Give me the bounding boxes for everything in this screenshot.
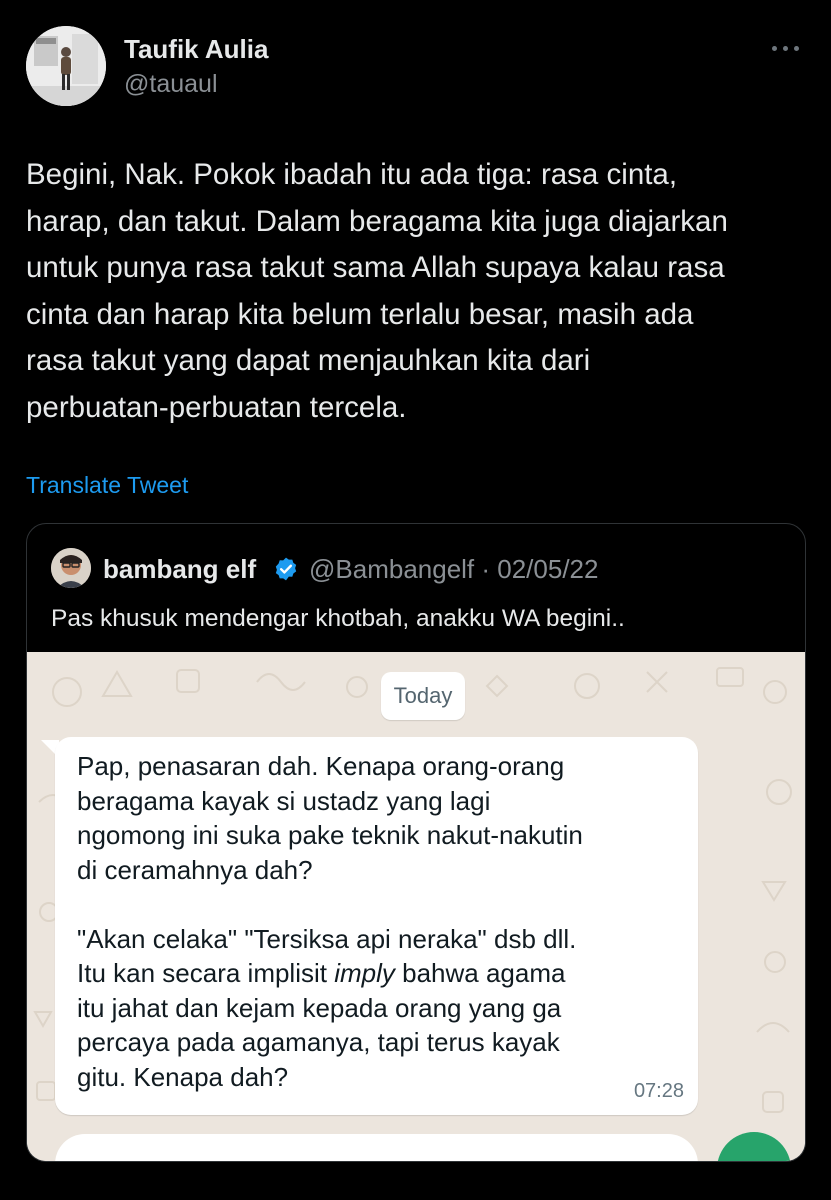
- message-line: Itu kan secara implisit imply bahwa agam…: [77, 956, 687, 991]
- message-fragment: bahwa agama: [394, 958, 566, 988]
- message-time: 07:28: [633, 1080, 684, 1102]
- author-name[interactable]: Taufik Aulia: [124, 34, 268, 65]
- message-line: ngomong ini suka pake teknik nakut-nakut…: [77, 820, 583, 850]
- quote-author-name[interactable]: bambang elf: [103, 554, 256, 585]
- date-separator: Today: [381, 672, 465, 720]
- verified-badge-icon: [275, 557, 297, 581]
- tweet-screenshot: Taufik Aulia @tauaul Begini, Nak. Pokok …: [0, 0, 831, 1200]
- quote-avatar-photo: [51, 548, 91, 588]
- message-line: "Akan celaka" "Tersiksa api neraka" dsb …: [77, 923, 577, 954]
- author-handle[interactable]: @tauaul: [124, 70, 218, 99]
- message-italic-word: imply: [334, 958, 395, 988]
- message-line: itu jahat dan kejam kepada orang yang ga: [77, 992, 562, 1023]
- message-fragment: Itu kan secara implisit: [77, 958, 335, 988]
- message-line: Pap, penasaran dah. Kenapa orang-orang: [77, 751, 565, 781]
- quote-avatar[interactable]: [51, 548, 91, 588]
- quote-handle-date[interactable]: @Bambangelf · 02/05/22: [309, 554, 598, 585]
- quote-text: Pas khusuk mendengar khotbah, anakku WA …: [51, 605, 625, 632]
- message-line: percaya pada agamanya, tapi terus kayak: [77, 1027, 560, 1057]
- message-line: di ceramahnya dah?: [77, 854, 313, 885]
- chat-screenshot-image[interactable]: Today Pap, penasaran dah. Kenapa orang-o…: [27, 652, 805, 1161]
- tweet-header: Taufik Aulia @tauaul: [26, 26, 806, 106]
- more-icon[interactable]: [768, 36, 802, 60]
- avatar-photo: [26, 26, 106, 106]
- message-text: Pap, penasaran dah. Kenapa orang-orang b…: [77, 749, 687, 1094]
- message-bubble[interactable]: Pap, penasaran dah. Kenapa orang-orang b…: [55, 737, 698, 1115]
- avatar[interactable]: [26, 26, 106, 106]
- tweet-text: Begini, Nak. Pokok ibadah itu ada tiga: …: [26, 158, 728, 424]
- message-line: beragama kayak si ustadz yang lagi: [77, 785, 491, 816]
- message-line: gitu. Kenapa dah?: [77, 1061, 289, 1092]
- next-bubble-peek: [55, 1134, 698, 1161]
- translate-tweet-link[interactable]: Translate Tweet: [26, 472, 188, 499]
- quoted-tweet[interactable]: bambang elf @Bambangelf · 02/05/22 Pas k…: [26, 523, 806, 1162]
